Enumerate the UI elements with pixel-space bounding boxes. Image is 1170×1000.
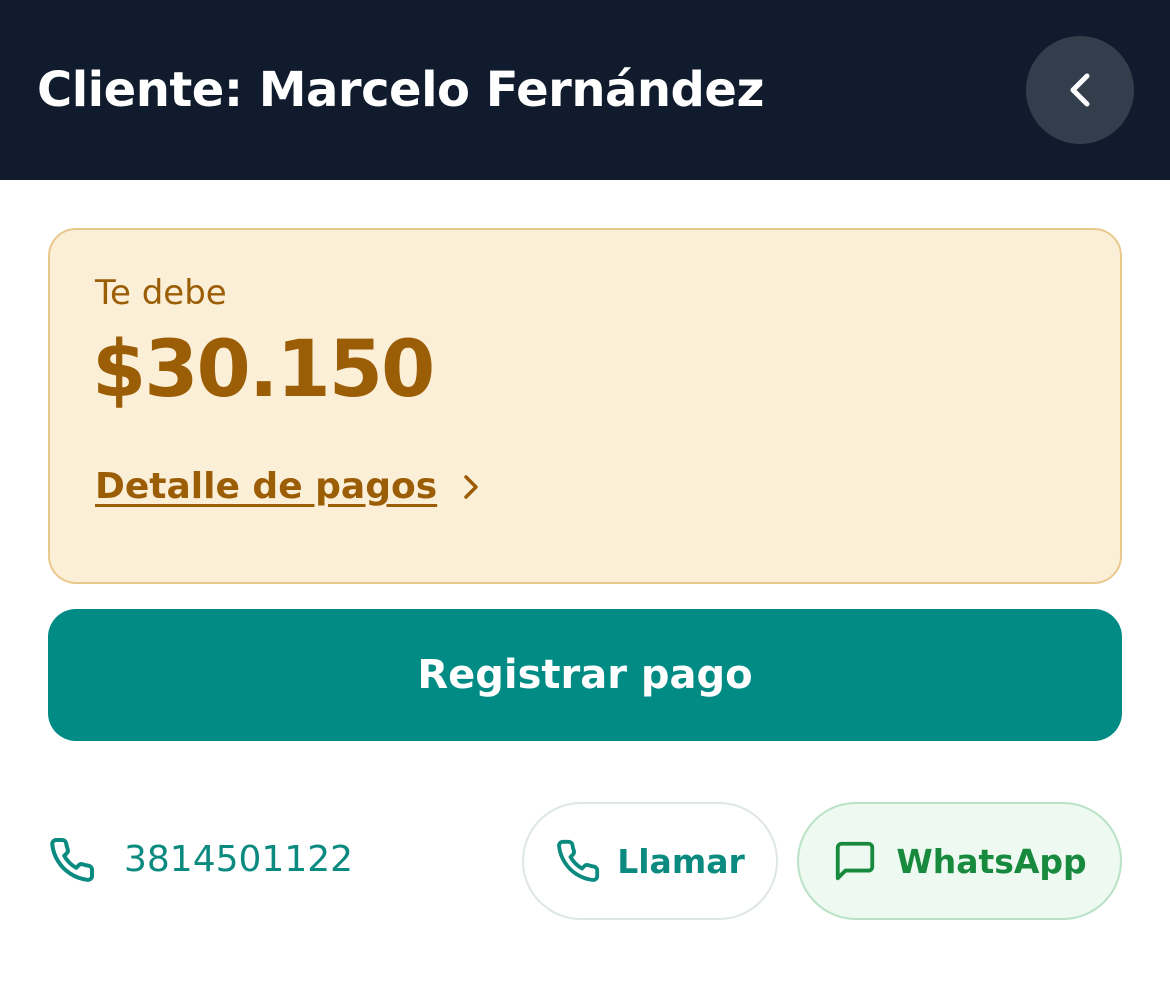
debt-label: Te debe — [95, 273, 227, 313]
phone-icon — [557, 839, 600, 882]
call-button-label: Llamar — [617, 841, 745, 881]
payment-detail-link[interactable]: Detalle de pagos — [95, 462, 481, 512]
payment-detail-label: Detalle de pagos — [95, 466, 438, 507]
whatsapp-button[interactable]: WhatsApp — [797, 802, 1122, 920]
debt-card: Te debe $30.150 Detalle de pagos — [48, 228, 1122, 584]
debt-amount: $30.150 — [92, 325, 435, 415]
chevron-right-icon — [464, 475, 478, 499]
chat-bubble-icon — [836, 841, 875, 881]
phone-icon — [50, 838, 95, 882]
whatsapp-button-label: WhatsApp — [896, 841, 1087, 881]
page-title: Cliente: Marcelo Fernández — [37, 62, 764, 118]
phone-row: 3814501122 — [48, 834, 353, 886]
app-header: Cliente: Marcelo Fernández — [0, 0, 1170, 180]
chevron-left-icon — [1070, 73, 1090, 107]
register-payment-label: Registrar pago — [417, 652, 753, 698]
register-payment-button[interactable]: Registrar pago — [48, 609, 1122, 741]
phone-number: 3814501122 — [124, 839, 354, 880]
back-button[interactable] — [1026, 36, 1134, 144]
call-button[interactable]: Llamar — [522, 802, 778, 920]
